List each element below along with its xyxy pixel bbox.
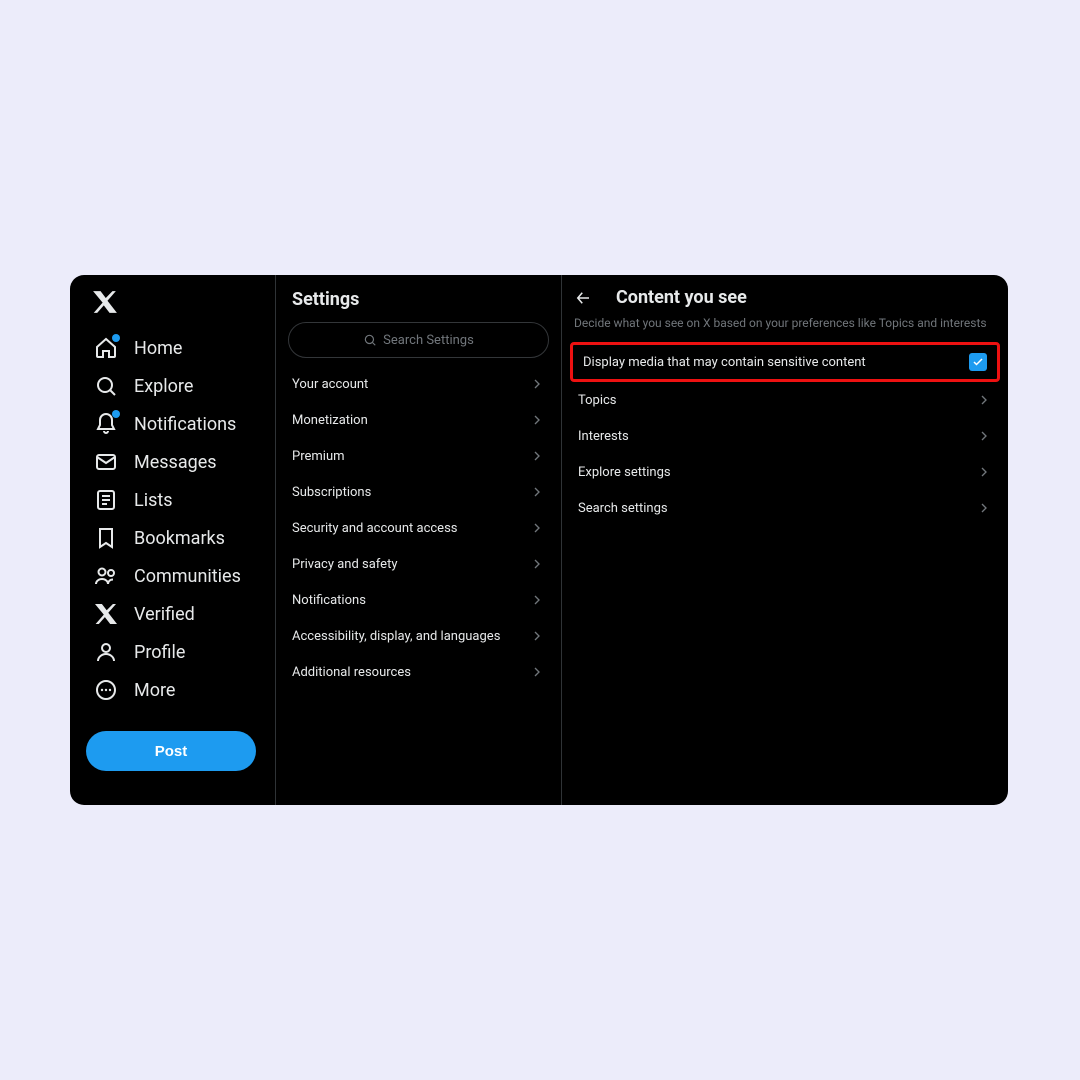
chevron-right-icon <box>529 448 545 464</box>
nav-item-communities[interactable]: Communities <box>86 557 269 595</box>
settings-row-label: Security and account access <box>292 521 458 536</box>
nav-label: Explore <box>134 376 193 397</box>
chevron-right-icon <box>976 464 992 480</box>
person-icon <box>94 640 118 664</box>
nav-item-more[interactable]: More <box>86 671 269 709</box>
x-logo-icon[interactable] <box>92 289 118 315</box>
settings-title: Settings <box>276 285 561 322</box>
nav-item-verified[interactable]: Verified <box>86 595 269 633</box>
chevron-right-icon <box>976 428 992 444</box>
search-icon <box>94 374 118 398</box>
settings-row-label: Notifications <box>292 593 366 608</box>
nav-item-messages[interactable]: Messages <box>86 443 269 481</box>
settings-row-premium[interactable]: Premium <box>276 438 561 474</box>
settings-row-label: Accessibility, display, and languages <box>292 629 500 644</box>
settings-row-monetization[interactable]: Monetization <box>276 402 561 438</box>
chevron-right-icon <box>529 376 545 392</box>
search-placeholder: Search Settings <box>383 333 474 348</box>
settings-row-notifications[interactable]: Notifications <box>276 582 561 618</box>
list-icon <box>94 488 118 512</box>
content-title: Content you see <box>616 287 747 308</box>
settings-row-label: Privacy and safety <box>292 557 397 572</box>
content-row-label: Topics <box>578 393 617 408</box>
nav-item-home[interactable]: Home <box>86 329 269 367</box>
chevron-right-icon <box>529 484 545 500</box>
nav-label: Communities <box>134 566 241 587</box>
settings-row-security-and-account-access[interactable]: Security and account access <box>276 510 561 546</box>
settings-row-subscriptions[interactable]: Subscriptions <box>276 474 561 510</box>
nav-label: Bookmarks <box>134 528 225 549</box>
content-row-label: Explore settings <box>578 465 671 480</box>
content-row-explore-settings[interactable]: Explore settings <box>562 454 1008 490</box>
content-column: Content you see Decide what you see on X… <box>561 275 1008 805</box>
chevron-right-icon <box>529 556 545 572</box>
bookmark-icon <box>94 526 118 550</box>
mail-icon <box>94 450 118 474</box>
search-icon <box>363 333 377 347</box>
nav-item-notifications[interactable]: Notifications <box>86 405 269 443</box>
nav-label: Lists <box>134 490 173 511</box>
settings-row-your-account[interactable]: Your account <box>276 366 561 402</box>
post-button[interactable]: Post <box>86 731 256 771</box>
nav-item-lists[interactable]: Lists <box>86 481 269 519</box>
content-row-label: Search settings <box>578 501 668 516</box>
settings-row-privacy-and-safety[interactable]: Privacy and safety <box>276 546 561 582</box>
chevron-right-icon <box>976 392 992 408</box>
settings-row-label: Subscriptions <box>292 485 371 500</box>
bell-icon <box>94 412 118 436</box>
primary-nav: Home Explore Notifications Messages Lists Boo… <box>70 275 275 805</box>
nav-label: More <box>134 680 175 701</box>
settings-row-label: Your account <box>292 377 368 392</box>
x-icon <box>94 602 118 626</box>
settings-row-label: Additional resources <box>292 665 411 680</box>
nav-item-profile[interactable]: Profile <box>86 633 269 671</box>
settings-search[interactable]: Search Settings <box>288 322 549 358</box>
nav-item-explore[interactable]: Explore <box>86 367 269 405</box>
sensitive-content-toggle-row[interactable]: Display media that may contain sensitive… <box>570 342 1000 382</box>
app-window: Home Explore Notifications Messages Lists Boo… <box>70 275 1008 805</box>
chevron-right-icon <box>976 500 992 516</box>
settings-row-additional-resources[interactable]: Additional resources <box>276 654 561 690</box>
nav-label: Messages <box>134 452 217 473</box>
notification-badge <box>112 334 120 342</box>
settings-row-accessibility-display-and-languages[interactable]: Accessibility, display, and languages <box>276 618 561 654</box>
sensitive-content-label: Display media that may contain sensitive… <box>583 355 866 370</box>
home-icon <box>94 336 118 360</box>
back-button[interactable] <box>574 289 592 307</box>
notification-badge <box>112 410 120 418</box>
chevron-right-icon <box>529 592 545 608</box>
settings-row-label: Monetization <box>292 413 368 428</box>
content-row-search-settings[interactable]: Search settings <box>562 490 1008 526</box>
check-icon <box>972 356 984 368</box>
content-row-topics[interactable]: Topics <box>562 382 1008 418</box>
chevron-right-icon <box>529 412 545 428</box>
content-row-interests[interactable]: Interests <box>562 418 1008 454</box>
people-icon <box>94 564 118 588</box>
nav-label: Profile <box>134 642 185 663</box>
content-row-label: Interests <box>578 429 629 444</box>
chevron-right-icon <box>529 520 545 536</box>
nav-item-bookmarks[interactable]: Bookmarks <box>86 519 269 557</box>
nav-label: Notifications <box>134 414 236 435</box>
content-subtitle: Decide what you see on X based on your p… <box>562 312 1008 342</box>
nav-label: Home <box>134 338 182 359</box>
chevron-right-icon <box>529 664 545 680</box>
sensitive-content-checkbox[interactable] <box>969 353 987 371</box>
settings-column: Settings Search Settings Your account Mon… <box>275 275 561 805</box>
chevron-right-icon <box>529 628 545 644</box>
more-icon <box>94 678 118 702</box>
settings-row-label: Premium <box>292 449 345 464</box>
nav-label: Verified <box>134 604 195 625</box>
